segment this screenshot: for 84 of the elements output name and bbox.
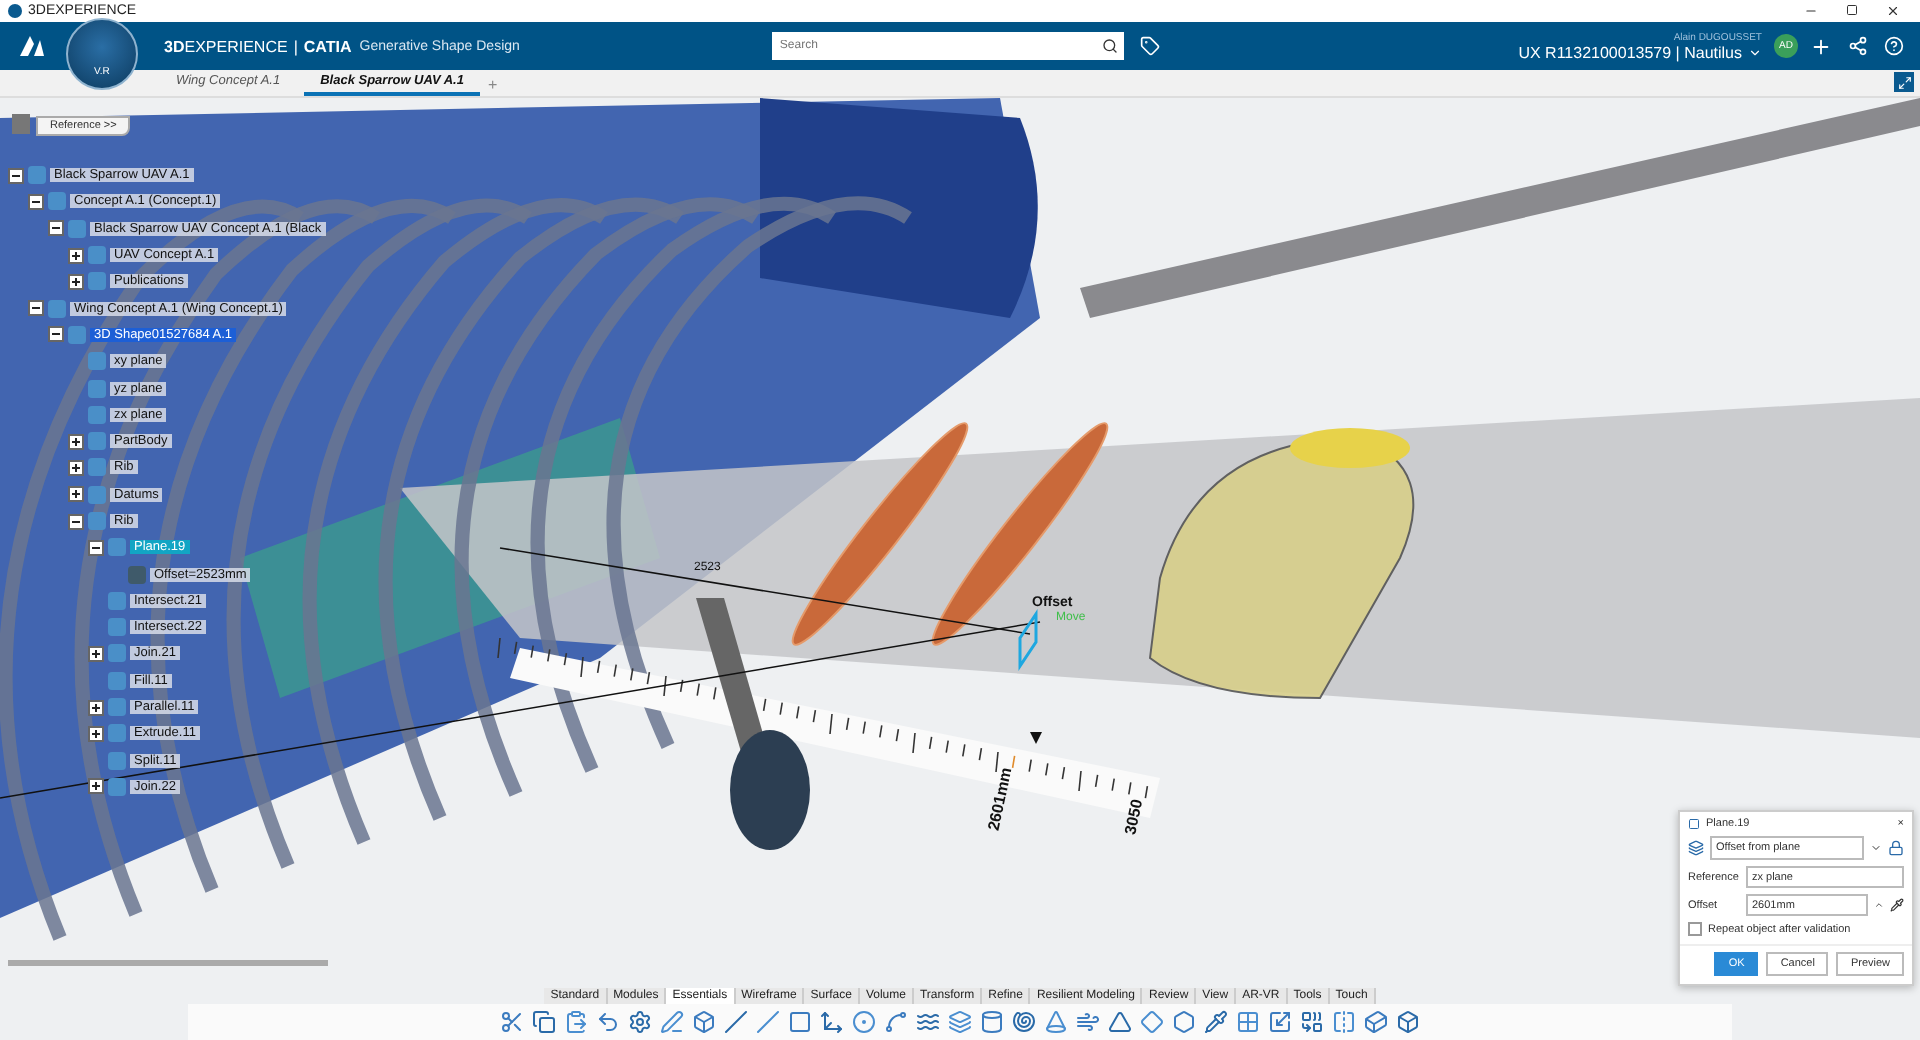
box-icon[interactable] xyxy=(692,1010,716,1034)
tree-node-icon xyxy=(88,458,106,477)
pipette-icon[interactable] xyxy=(1890,898,1904,912)
expand-toggle[interactable] xyxy=(68,247,84,264)
plane-icon xyxy=(1688,818,1700,830)
minimize-icon[interactable] xyxy=(1804,4,1818,18)
cylinder-icon[interactable] xyxy=(980,1010,1004,1034)
collapse-toggle[interactable] xyxy=(68,513,84,529)
tree-node-icon xyxy=(28,166,46,185)
layers-icon[interactable] xyxy=(948,1010,972,1034)
fullscreen-icon[interactable] xyxy=(1894,72,1914,92)
cube-icon[interactable] xyxy=(1364,1010,1388,1034)
spline-icon[interactable] xyxy=(884,1010,908,1034)
paste-icon[interactable] xyxy=(564,1010,588,1034)
app-logo-icon xyxy=(8,4,22,18)
repeat-checkbox[interactable] xyxy=(1688,922,1702,936)
tree-node-icon xyxy=(88,352,106,371)
copy-icon[interactable] xyxy=(532,1010,556,1034)
layers-icon xyxy=(1688,840,1704,856)
ruler-value: 2601mm xyxy=(984,765,1016,833)
expand-toggle[interactable] xyxy=(68,433,84,450)
sweep-icon[interactable] xyxy=(1076,1010,1100,1034)
collapse-toggle[interactable] xyxy=(28,300,44,317)
tag-icon[interactable] xyxy=(1139,36,1160,56)
search-icon[interactable] xyxy=(1101,38,1118,54)
close-icon[interactable] xyxy=(1886,4,1900,18)
line-icon[interactable] xyxy=(756,1010,780,1034)
pipette-icon[interactable] xyxy=(1204,1010,1228,1034)
expand-toggle[interactable] xyxy=(88,725,104,742)
wave-icon[interactable] xyxy=(916,1010,940,1034)
tree-node-icon xyxy=(108,644,126,663)
box-icon[interactable] xyxy=(1396,1010,1420,1034)
scale-icon[interactable] xyxy=(1268,1010,1292,1034)
collapse-toggle[interactable] xyxy=(88,539,104,556)
tree-node-icon xyxy=(108,538,126,557)
tree-node-icon xyxy=(88,432,106,451)
tree-node-icon xyxy=(108,724,126,743)
add-icon[interactable] xyxy=(1810,35,1832,57)
collapse-toggle[interactable] xyxy=(28,193,44,210)
collapse-toggle[interactable] xyxy=(48,326,64,343)
plane-icon[interactable] xyxy=(788,1010,812,1034)
cone-icon[interactable] xyxy=(1044,1010,1068,1034)
reference-icon xyxy=(12,114,30,134)
context-selector[interactable]: UX R1132100013579 | Nautilus xyxy=(1518,43,1742,61)
mirror-icon[interactable] xyxy=(1332,1010,1356,1034)
settings-icon[interactable] xyxy=(628,1010,652,1034)
diamond-icon[interactable] xyxy=(1140,1010,1164,1034)
circle-icon[interactable] xyxy=(852,1010,876,1034)
expand-toggle[interactable] xyxy=(88,645,104,662)
tree-node-icon xyxy=(48,192,66,211)
undo-icon[interactable] xyxy=(596,1010,620,1034)
hexagon-icon[interactable] xyxy=(1172,1010,1196,1034)
expand-toggle[interactable] xyxy=(68,273,84,290)
dropdown-caret-icon[interactable] xyxy=(1870,842,1882,854)
axis-icon[interactable] xyxy=(820,1010,844,1034)
expand-toggle[interactable] xyxy=(88,699,104,716)
shell-icon[interactable] xyxy=(1012,1010,1036,1034)
brand-logo-icon xyxy=(16,32,48,60)
share-icon[interactable] xyxy=(1848,36,1868,56)
help-icon[interactable] xyxy=(1884,36,1904,56)
expand-toggle[interactable] xyxy=(88,778,104,795)
triangle-icon[interactable] xyxy=(1108,1010,1132,1034)
tree-node-icon xyxy=(88,512,106,530)
tree-node-icon xyxy=(108,698,126,717)
scissors-icon[interactable] xyxy=(500,1010,524,1034)
expand-toggle[interactable] xyxy=(68,486,84,503)
tree-node-icon xyxy=(88,272,106,291)
maximize-icon[interactable] xyxy=(1846,4,1858,16)
lock-icon[interactable] xyxy=(1888,840,1904,856)
tree-node-icon xyxy=(88,246,106,265)
grid-icon[interactable] xyxy=(1236,1010,1260,1034)
title-separator: | xyxy=(293,37,298,55)
expand-toggle[interactable] xyxy=(68,459,84,476)
chevron-down-icon[interactable] xyxy=(1748,45,1762,59)
line-icon[interactable] xyxy=(724,1010,748,1034)
collapse-toggle[interactable] xyxy=(8,167,24,184)
spinner-icon[interactable] xyxy=(1874,900,1884,910)
tree-node-icon xyxy=(108,618,126,637)
app-name: CATIA xyxy=(303,37,352,55)
brand-title: 3DEXPERIENCE xyxy=(164,37,288,55)
collapse-toggle[interactable] xyxy=(48,220,64,237)
join-icon[interactable] xyxy=(1300,1010,1324,1034)
sketch-icon[interactable] xyxy=(660,1010,684,1034)
ruler-tick-label: 3050 xyxy=(1121,797,1147,837)
